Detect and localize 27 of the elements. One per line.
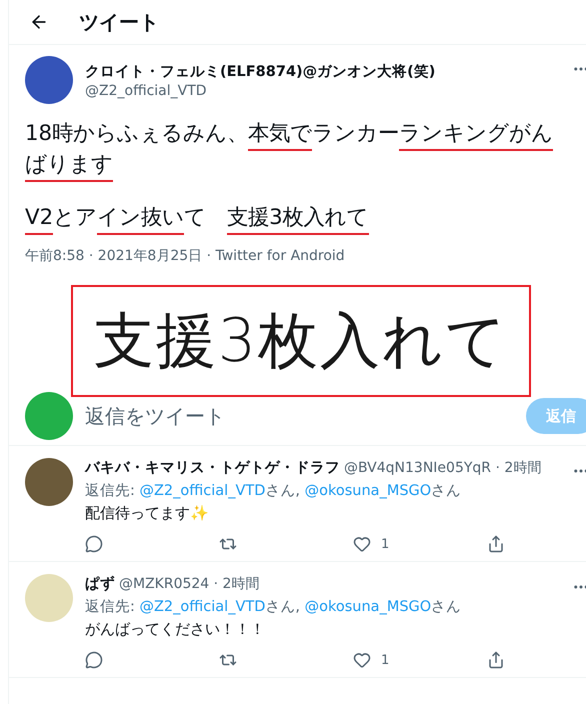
- reply-to-text: 返信先: @Z2_official_VTDさん, @okosuna_MSGOさん: [85, 482, 462, 500]
- reply-icon[interactable]: [85, 651, 103, 669]
- tweet-text: 18時からふぇるみん、本気でランカーランキングがんばります: [25, 118, 574, 180]
- heart-icon[interactable]: [353, 651, 371, 669]
- reply-to-text: 返信先: @Z2_official_VTDさん, @okosuna_MSGOさん: [85, 598, 462, 616]
- like-count: 1: [381, 536, 390, 552]
- author-handle: @BV4qN13NIe05YqR · 2時間: [344, 459, 542, 477]
- image-text: 支援3枚入れて: [94, 311, 508, 371]
- avatar: [25, 392, 73, 440]
- author-handle: @MZKR0524 · 2時間: [119, 575, 260, 593]
- avatar[interactable]: [25, 56, 73, 104]
- timestamp: 午前8:58 · 2021年8月25日 · Twitter for Android: [25, 247, 346, 265]
- author-name[interactable]: クロイト・フェルミ(ELF8874)@ガンオン大将(笑): [85, 62, 436, 80]
- tweet-text: V2 とアイン抜いて 支援3枚入れて: [25, 202, 574, 233]
- avatar[interactable]: [25, 458, 73, 506]
- reply-text: 配信待ってます✨: [85, 504, 210, 523]
- reply-icon[interactable]: [85, 535, 103, 553]
- reply-field[interactable]: 返信をツイート: [85, 402, 514, 430]
- share-icon[interactable]: [487, 535, 505, 553]
- page-title: ツイート: [79, 8, 159, 36]
- author-name[interactable]: ぱず: [85, 574, 115, 593]
- reply-text: がんばってください！！！: [85, 620, 266, 639]
- author-handle[interactable]: @Z2_official_VTD: [85, 82, 436, 98]
- like-count: 1: [381, 652, 390, 668]
- share-icon[interactable]: [487, 651, 505, 669]
- heart-icon[interactable]: [353, 535, 371, 553]
- author-name[interactable]: バキバ・キマリス・トゲトゲ・ドラフ: [85, 458, 340, 477]
